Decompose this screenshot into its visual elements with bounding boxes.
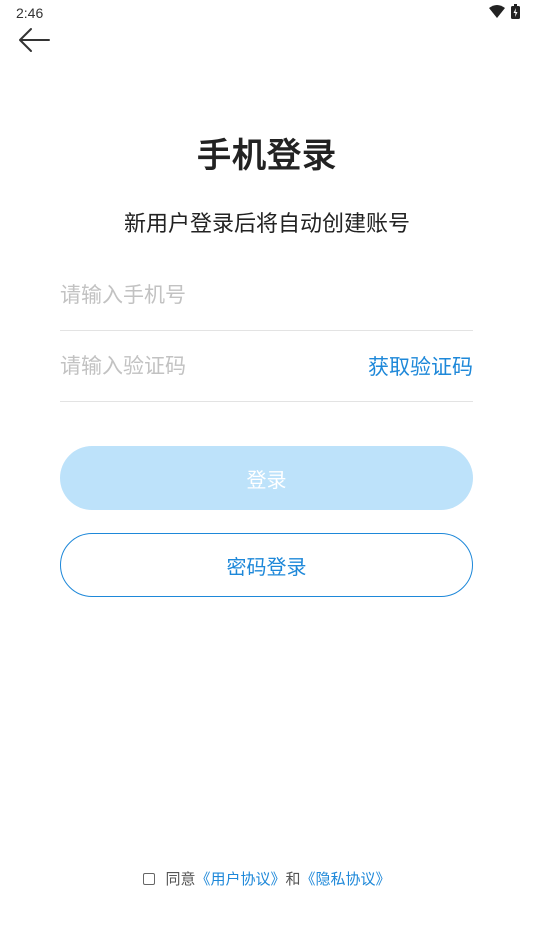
- wifi-icon: [489, 4, 505, 23]
- login-button[interactable]: 登录: [60, 446, 473, 510]
- code-field: 获取验证码: [60, 331, 473, 402]
- get-code-button[interactable]: 获取验证码: [368, 351, 473, 381]
- back-button[interactable]: [14, 26, 54, 58]
- agreement-checkbox[interactable]: [143, 872, 156, 885]
- status-time: 2:46: [16, 5, 44, 21]
- privacy-policy-link[interactable]: 《隐私协议》: [301, 868, 391, 889]
- password-login-button[interactable]: 密码登录: [60, 533, 473, 597]
- verification-code-input[interactable]: [60, 354, 368, 378]
- agreement-row: 同意 《用户协议》 和 《隐私协议》: [0, 868, 534, 889]
- arrow-left-icon: [17, 27, 51, 57]
- agreement-conjunction: 和: [285, 870, 301, 888]
- page-title: 手机登录: [197, 136, 337, 176]
- phone-input[interactable]: [60, 283, 473, 307]
- status-icons: [489, 4, 520, 23]
- page-subtitle: 新用户登录后将自动创建账号: [123, 212, 410, 237]
- phone-field: [60, 260, 473, 331]
- battery-icon: [511, 4, 520, 23]
- user-agreement-link[interactable]: 《用户协议》: [195, 868, 285, 889]
- status-bar: 2:46: [0, 0, 534, 26]
- agreement-prefix: 同意: [165, 870, 196, 888]
